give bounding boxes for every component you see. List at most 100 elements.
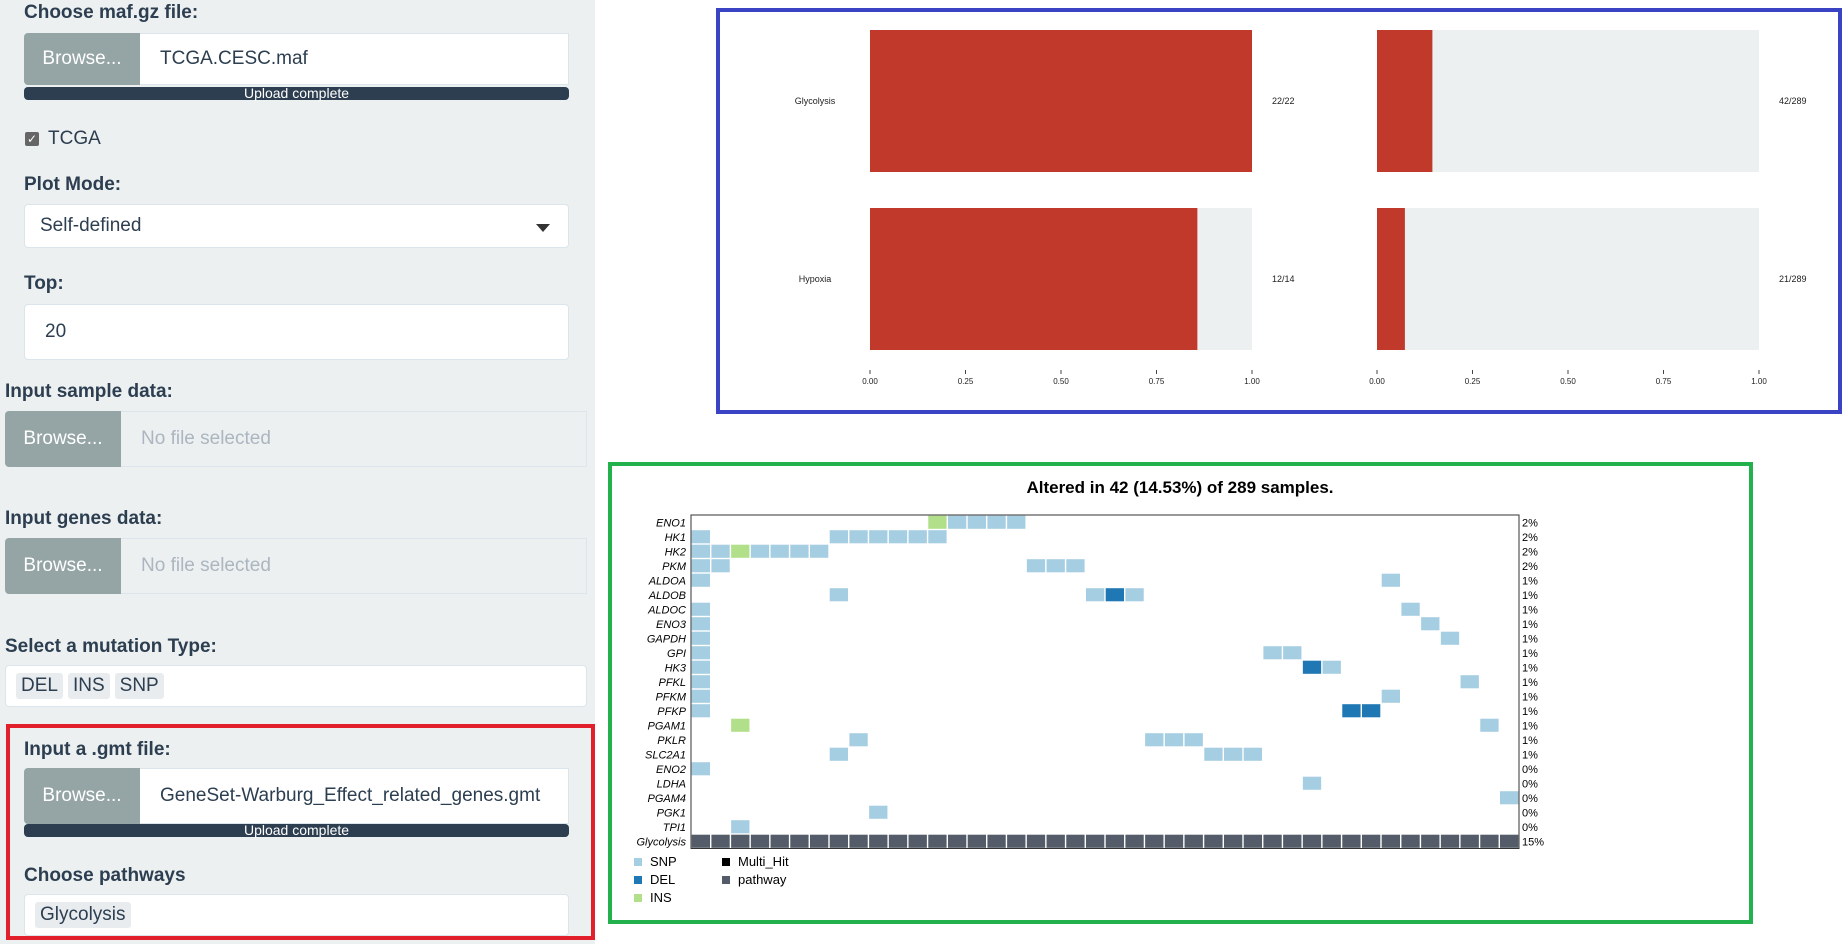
legend-label-del: DEL bbox=[650, 872, 675, 887]
gene-label-pkm: PKM bbox=[662, 561, 687, 573]
x-tick-label: 0.00 bbox=[862, 377, 878, 386]
chevron-down-icon bbox=[536, 224, 550, 232]
mutation-cell-snp bbox=[1421, 617, 1440, 631]
bar-count-label: 12/14 bbox=[1272, 274, 1295, 284]
gene-label-pgam4: PGAM4 bbox=[647, 793, 686, 805]
mutation-cell-snp bbox=[1145, 733, 1164, 747]
gene-percent: 1% bbox=[1522, 576, 1538, 588]
pathway-fraction-chart: Glycolysis Hypoxia 22/22 12/14 0.00 0.25 0.50 0… bbox=[716, 8, 1842, 414]
x-tick-label: 0.25 bbox=[1465, 377, 1481, 386]
oncoplot-frame bbox=[690, 514, 1520, 849]
pathways-select[interactable]: Glycolysis bbox=[24, 894, 569, 936]
pathway-cell bbox=[1361, 834, 1381, 848]
gene-percent: 1% bbox=[1522, 619, 1538, 631]
gene-label-eno2: ENO2 bbox=[656, 764, 686, 776]
gene-label-hk3: HK3 bbox=[665, 663, 687, 675]
gene-label-pfkp: PFKP bbox=[657, 706, 686, 718]
mutation-cell-snp bbox=[1223, 747, 1243, 761]
pathway-cell bbox=[1125, 834, 1144, 848]
maf-browse-button[interactable]: Browse... bbox=[24, 33, 140, 85]
gene-label-hk2: HK2 bbox=[665, 547, 686, 559]
sample-data-input[interactable]: Browse... No file selected bbox=[5, 411, 587, 467]
mutation-cell-snp bbox=[691, 602, 711, 616]
gene-label-eno1: ENO1 bbox=[656, 518, 686, 530]
mutation-cell-snp bbox=[1184, 733, 1203, 747]
bar-fill bbox=[870, 208, 1198, 350]
mutation-cell-snp bbox=[691, 762, 711, 776]
legend-label-snp: SNP bbox=[650, 854, 677, 869]
plot-mode-select[interactable]: Self-defined bbox=[24, 204, 569, 248]
gene-percent: 2% bbox=[1522, 532, 1538, 544]
pathway-cell bbox=[1440, 834, 1460, 848]
mutation-type-select[interactable]: DEL INS SNP bbox=[5, 665, 587, 707]
pathway-cell bbox=[1243, 834, 1263, 848]
mutation-type-label: Select a mutation Type: bbox=[5, 636, 217, 657]
gmt-file-input[interactable]: Browse... GeneSet-Warburg_Effect_related… bbox=[24, 768, 569, 824]
gene-label-aldoc: ALDOC bbox=[647, 605, 686, 617]
legend-swatch-multi-hit bbox=[722, 858, 730, 866]
gmt-progress-bar: Upload complete bbox=[24, 823, 569, 837]
mutation-cell-del bbox=[1302, 660, 1322, 674]
mutation-cell-snp bbox=[869, 530, 888, 544]
category-label-glycolysis: Glycolysis bbox=[795, 96, 836, 106]
gene-label-pgk1: PGK1 bbox=[657, 808, 686, 820]
genes-data-input[interactable]: Browse... No file selected bbox=[5, 538, 587, 594]
mutation-cell-snp bbox=[790, 544, 809, 558]
tcga-checkbox-label: TCGA bbox=[48, 128, 101, 149]
gene-percent: 1% bbox=[1522, 692, 1538, 704]
pathway-cell bbox=[829, 834, 849, 848]
pathway-cell bbox=[770, 834, 789, 848]
gene-percent: 0% bbox=[1522, 793, 1538, 805]
bar-fill bbox=[1377, 30, 1433, 172]
maf-filename: TCGA.CESC.maf bbox=[140, 33, 569, 85]
oncoplot-panel: Altered in 42 (14.53%) of 289 samples. EN… bbox=[608, 462, 1753, 924]
sample-browse-button[interactable]: Browse... bbox=[5, 411, 121, 467]
gene-percent: 1% bbox=[1522, 590, 1538, 602]
x-tick-label: 0.50 bbox=[1560, 377, 1576, 386]
chip-snp[interactable]: SNP bbox=[114, 673, 164, 699]
mutation-cell-snp bbox=[967, 515, 987, 529]
gene-label-pgam1: PGAM1 bbox=[647, 721, 686, 733]
gmt-browse-button[interactable]: Browse... bbox=[24, 768, 140, 824]
bar-count-label: 42/289 bbox=[1779, 96, 1807, 106]
mutation-cell-snp bbox=[1302, 776, 1322, 790]
mutation-cell-snp bbox=[987, 515, 1006, 529]
top-label: Top: bbox=[24, 273, 64, 294]
pathway-cell bbox=[1263, 834, 1282, 848]
gene-percent: 1% bbox=[1522, 735, 1538, 747]
legend-label-pathway: pathway bbox=[738, 872, 787, 887]
chip-glycolysis[interactable]: Glycolysis bbox=[35, 902, 131, 928]
tcga-checkbox[interactable]: ✓ bbox=[25, 132, 39, 146]
maf-progress-bar: Upload complete bbox=[24, 86, 569, 100]
mutation-cell-snp bbox=[1322, 660, 1341, 674]
gmt-filename: GeneSet-Warburg_Effect_related_genes.gmt bbox=[140, 768, 569, 824]
gene-label-gapdh: GAPDH bbox=[647, 634, 686, 646]
mutation-cell-snp bbox=[1283, 646, 1302, 660]
gene-label-aldoa: ALDOA bbox=[648, 576, 686, 588]
gene-percent: 1% bbox=[1522, 605, 1538, 617]
mutation-cell-del bbox=[1342, 704, 1361, 718]
mutation-cell-snp bbox=[849, 733, 868, 747]
pathways-label: Choose pathways bbox=[24, 865, 186, 886]
mutation-cell-snp bbox=[691, 646, 711, 660]
mutation-cell-snp bbox=[1460, 675, 1479, 689]
x-tick-label: 0.25 bbox=[958, 377, 974, 386]
genes-file-placeholder: No file selected bbox=[121, 538, 587, 594]
sample-file-placeholder: No file selected bbox=[121, 411, 587, 467]
bar-count-label: 22/22 bbox=[1272, 96, 1295, 106]
mutation-cell-snp bbox=[1480, 718, 1499, 732]
chip-ins[interactable]: INS bbox=[67, 673, 110, 699]
pathway-cell bbox=[750, 834, 770, 848]
pathway-cell bbox=[928, 834, 947, 848]
maf-file-input[interactable]: Browse... TCGA.CESC.maf bbox=[24, 33, 569, 85]
genes-browse-button[interactable]: Browse... bbox=[5, 538, 121, 594]
pathway-cell bbox=[967, 834, 987, 848]
mutation-cell-snp bbox=[1007, 515, 1026, 529]
x-tick-label: 1.00 bbox=[1751, 377, 1767, 386]
chip-del[interactable]: DEL bbox=[16, 673, 63, 699]
top-input[interactable]: 20 bbox=[24, 304, 569, 360]
gmt-section: Input a .gmt file: Browse... GeneSet-War… bbox=[6, 724, 595, 940]
gene-label-slc2a1: SLC2A1 bbox=[645, 750, 686, 762]
legend-label-ins: INS bbox=[650, 890, 672, 905]
mutation-cell-snp bbox=[691, 631, 711, 645]
